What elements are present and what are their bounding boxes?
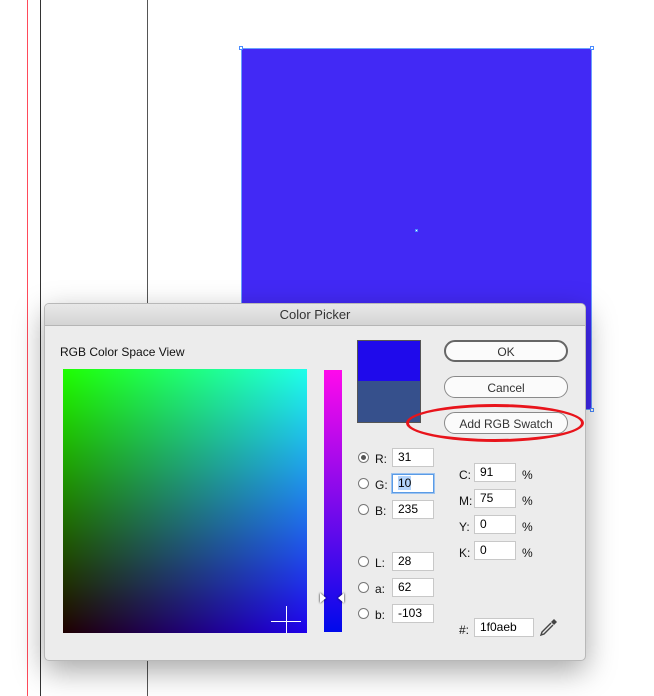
c-value: 91 — [480, 465, 494, 479]
resize-handle[interactable] — [590, 46, 594, 50]
lab-b-value: -103 — [398, 606, 423, 620]
r-label: R: — [375, 452, 387, 466]
g-input[interactable]: 10 — [392, 474, 434, 493]
a-input[interactable]: 62 — [392, 578, 434, 597]
r-value: 31 — [398, 450, 412, 464]
lab-b-input[interactable]: -103 — [392, 604, 434, 623]
k-input[interactable]: 0 — [474, 541, 516, 560]
ok-button[interactable]: OK — [444, 340, 568, 362]
a-value: 62 — [398, 580, 412, 594]
c-label: C: — [459, 468, 471, 482]
color-preview — [357, 340, 421, 423]
lab-b-label: b: — [375, 608, 386, 622]
b-input[interactable]: 235 — [392, 500, 434, 519]
new-color-swatch — [358, 341, 420, 381]
m-input[interactable]: 75 — [474, 489, 516, 508]
y-label: Y: — [459, 520, 470, 534]
resize-handle[interactable] — [239, 46, 243, 50]
center-point — [415, 229, 418, 232]
page-edge — [40, 0, 41, 696]
l-label: L: — [375, 556, 386, 570]
hex-input[interactable]: 1f0aeb — [474, 618, 534, 637]
g-value: 10 — [398, 476, 412, 490]
l-input[interactable]: 28 — [392, 552, 434, 571]
radio-l[interactable] — [358, 556, 369, 567]
radio-lab-b[interactable] — [358, 608, 369, 619]
annotation-circle — [406, 404, 584, 442]
slider-left-arrow[interactable] — [320, 593, 326, 603]
l-value: 28 — [398, 554, 412, 568]
k-unit: % — [522, 546, 533, 560]
a-label: a: — [375, 582, 386, 596]
y-value: 0 — [480, 517, 487, 531]
k-value: 0 — [480, 543, 487, 557]
b-label: B: — [375, 504, 387, 518]
crosshair-icon-v — [286, 606, 287, 633]
radio-g[interactable] — [358, 478, 369, 489]
m-unit: % — [522, 494, 533, 508]
y-input[interactable]: 0 — [474, 515, 516, 534]
dialog-title[interactable]: Color Picker — [45, 304, 585, 326]
view-label: RGB Color Space View — [60, 345, 185, 359]
b-value: 235 — [398, 502, 419, 516]
radio-a[interactable] — [358, 582, 369, 593]
radio-b[interactable] — [358, 504, 369, 515]
c-unit: % — [522, 468, 533, 482]
color-field[interactable] — [63, 369, 307, 633]
page-bleed-guide — [27, 0, 28, 696]
c-input[interactable]: 91 — [474, 463, 516, 482]
color-picker-dialog: Color Picker RGB Color Space View OK Can… — [44, 303, 586, 661]
g-label: G: — [375, 478, 388, 492]
y-unit: % — [522, 520, 533, 534]
r-input[interactable]: 31 — [392, 448, 434, 467]
cancel-button[interactable]: Cancel — [444, 376, 568, 398]
k-label: K: — [459, 546, 471, 560]
hex-label: #: — [459, 623, 470, 637]
m-label: M: — [459, 494, 473, 508]
m-value: 75 — [480, 491, 494, 505]
radio-r[interactable] — [358, 452, 369, 463]
eyedropper-icon[interactable] — [539, 617, 559, 637]
hex-value: 1f0aeb — [480, 620, 517, 634]
resize-handle[interactable] — [590, 408, 594, 412]
slider-right-arrow[interactable] — [338, 593, 344, 603]
